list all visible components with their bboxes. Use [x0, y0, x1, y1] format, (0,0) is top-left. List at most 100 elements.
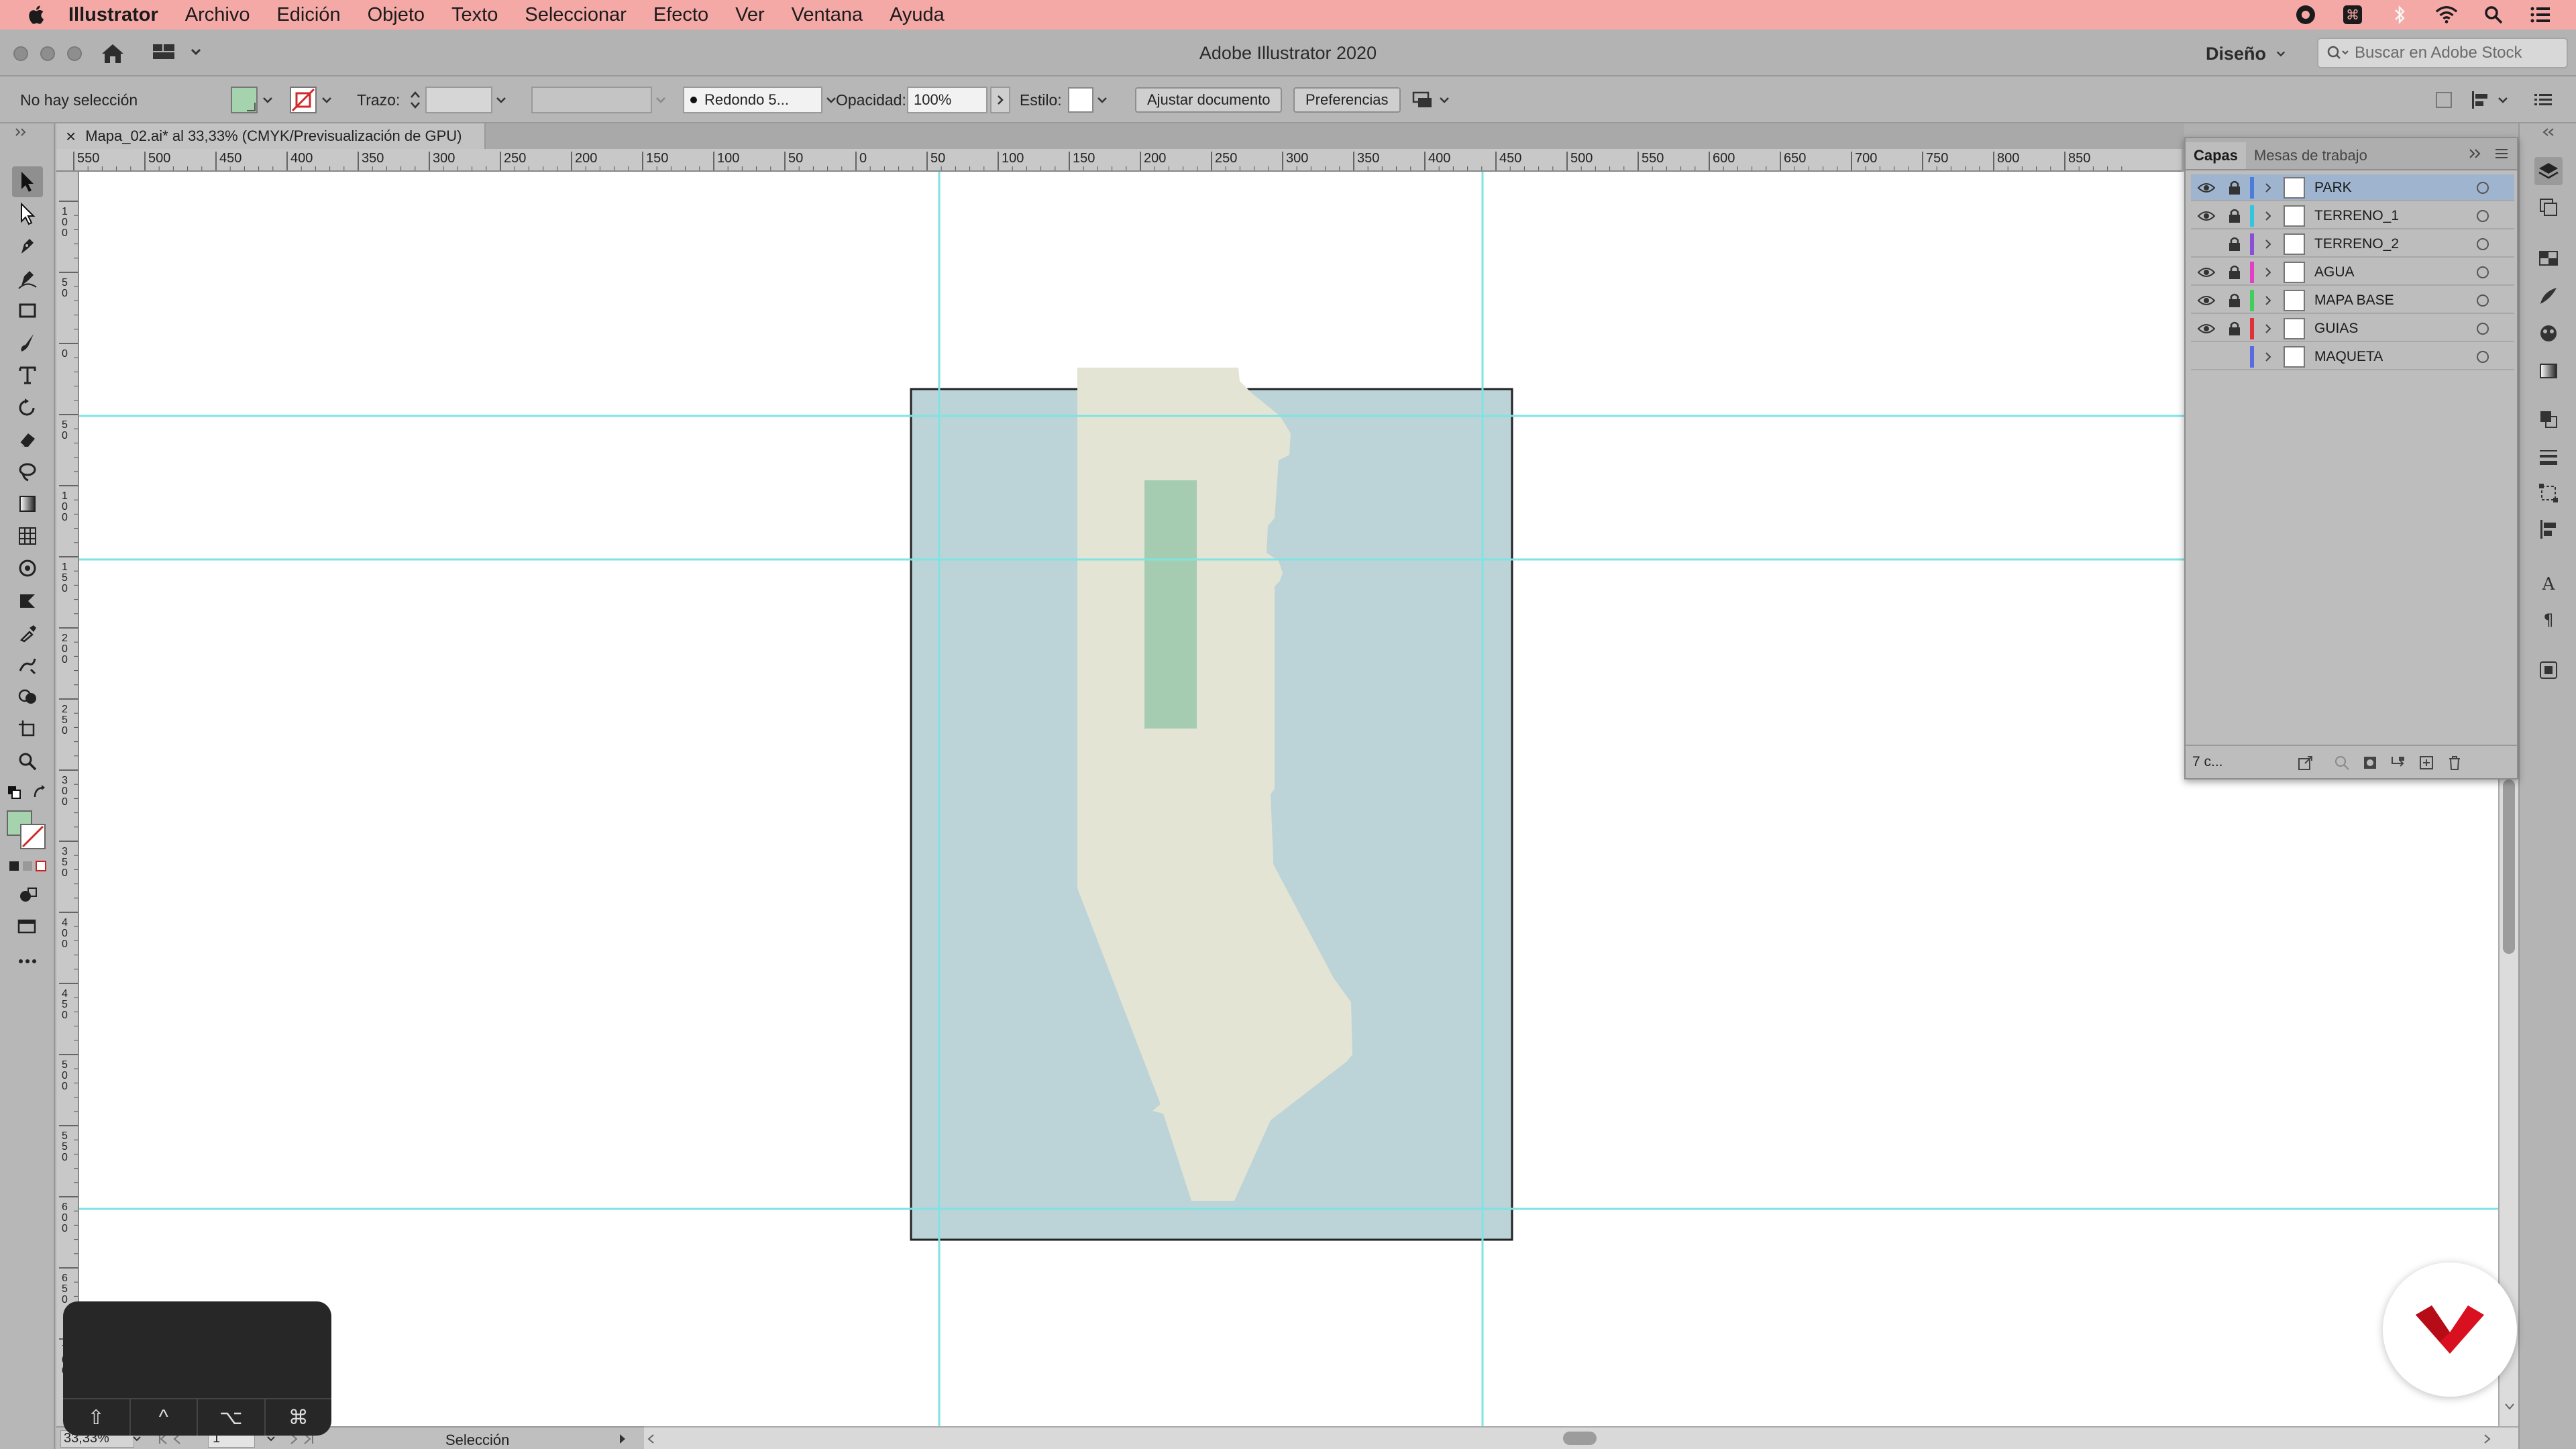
mesh-tool[interactable] [12, 521, 43, 551]
lock-icon[interactable] [2227, 292, 2242, 309]
collapse-panel-icon[interactable] [13, 127, 36, 137]
panel-menu-icon[interactable] [2494, 148, 2509, 160]
rotate-tool[interactable] [12, 392, 43, 423]
target-circle-icon[interactable] [2477, 238, 2489, 250]
selection-tool[interactable] [12, 166, 43, 197]
lock-icon[interactable] [2227, 264, 2242, 280]
layer-name[interactable]: MAQUETA [2314, 349, 2383, 365]
layers-panel-icon[interactable] [2534, 157, 2563, 185]
type-tool[interactable] [12, 360, 43, 390]
layer-row[interactable]: GUIAS [2191, 315, 2514, 342]
vertical-scroll-thumb[interactable] [2503, 780, 2515, 954]
chevron-right-icon[interactable] [2262, 181, 2274, 195]
command-key-icon[interactable]: ⌘ [2341, 3, 2364, 26]
scroll-left-icon[interactable] [647, 1433, 656, 1445]
style-control[interactable] [1068, 76, 1108, 123]
home-icon[interactable] [99, 42, 126, 66]
transform-panel-icon[interactable] [2534, 479, 2563, 507]
chevron-down-icon[interactable] [321, 94, 333, 106]
stroke-weight-control[interactable] [408, 76, 507, 123]
control-key[interactable]: ^ [131, 1399, 198, 1436]
visibility-eye-icon[interactable] [2197, 266, 2216, 279]
symbol-sprayer-tool[interactable] [12, 553, 43, 584]
visibility-eye-icon[interactable] [2197, 294, 2216, 307]
layer-row[interactable]: MAPA BASE [2191, 287, 2514, 314]
make-clipping-mask-icon[interactable] [2361, 754, 2379, 771]
arrange-documents-icon[interactable] [152, 42, 205, 63]
paragraph-panel-icon[interactable]: ¶ [2534, 605, 2563, 633]
variable-width-control[interactable] [531, 76, 667, 123]
lasso-tool[interactable] [12, 456, 43, 487]
horizontal-scroll-thumb[interactable] [1563, 1432, 1597, 1445]
create-sublayer-icon[interactable] [2390, 754, 2407, 771]
asset-export-panel-icon[interactable] [2534, 656, 2563, 684]
control-panel-menu-icon[interactable] [2533, 91, 2553, 109]
swatches-panel-icon[interactable] [2534, 244, 2563, 272]
chevron-right-icon[interactable] [2262, 209, 2274, 223]
target-circle-icon[interactable] [2477, 266, 2489, 278]
chevron-right-icon[interactable] [2262, 266, 2274, 279]
menu-app-illustrator[interactable]: Illustrator [68, 4, 158, 26]
create-layer-icon[interactable] [2418, 754, 2435, 771]
menu-objeto[interactable]: Objeto [368, 4, 425, 26]
chevron-down-icon[interactable] [131, 1434, 142, 1444]
puppet-warp-tool[interactable] [12, 649, 43, 680]
menu-ventana[interactable]: Ventana [792, 4, 863, 26]
symbols-panel-icon[interactable] [2534, 319, 2563, 347]
rectangle-tool[interactable] [12, 295, 43, 326]
stroke-panel-icon[interactable] [2534, 443, 2563, 471]
expand-panels-icon[interactable] [2540, 127, 2560, 137]
zoom-tool[interactable] [12, 746, 43, 777]
visibility-eye-icon[interactable] [2197, 209, 2216, 223]
menu-efecto[interactable]: Efecto [653, 4, 708, 26]
horizontal-scrollbar[interactable] [644, 1426, 2518, 1449]
record-icon[interactable] [2294, 3, 2317, 26]
chevron-down-icon[interactable] [495, 94, 507, 106]
chevron-down-icon[interactable] [655, 94, 667, 106]
chevron-right-icon[interactable] [2262, 294, 2274, 307]
target-circle-icon[interactable] [2477, 323, 2489, 335]
opacity-slider-button[interactable] [990, 87, 1010, 113]
lock-icon[interactable] [2227, 349, 2242, 365]
eraser-tool[interactable] [12, 424, 43, 455]
visibility-eye-icon[interactable] [2197, 181, 2216, 195]
chevron-down-icon[interactable] [1096, 94, 1108, 106]
menu-edicion[interactable]: Edición [276, 4, 340, 26]
target-circle-icon[interactable] [2477, 182, 2489, 194]
chevron-down-icon[interactable] [1438, 94, 1450, 106]
fit-document-button[interactable]: Ajustar documento [1135, 87, 1283, 113]
wifi-icon[interactable] [2435, 3, 2458, 26]
layer-row[interactable]: MAQUETA [2191, 343, 2514, 370]
chevron-right-icon[interactable] [2262, 322, 2274, 335]
brush-dropdown[interactable]: Redondo 5... [683, 87, 822, 113]
brush-control[interactable]: Redondo 5... [683, 76, 837, 123]
layer-name[interactable]: MAPA BASE [2314, 292, 2394, 309]
stroke-color-control[interactable] [290, 76, 333, 123]
curvature-tool[interactable] [12, 263, 43, 294]
visibility-eye-icon[interactable] [2198, 237, 2215, 251]
lock-icon[interactable] [2227, 208, 2242, 224]
menu-ayuda[interactable]: Ayuda [890, 4, 945, 26]
stepper-arrows-icon[interactable] [408, 87, 423, 113]
fill-control[interactable] [231, 76, 274, 123]
lock-icon[interactable] [2227, 180, 2242, 196]
status-menu-arrow-icon[interactable] [617, 1433, 628, 1445]
workspace-dropdown[interactable]: Diseño [2206, 40, 2286, 67]
horizontal-ruler[interactable]: 550 500 450 400 350 300 250 200 150 100 50 0 50 100 15… [56, 149, 2182, 172]
command-key[interactable]: ⌘ [266, 1399, 332, 1436]
stroke-color-indicator[interactable] [20, 824, 46, 849]
target-circle-icon[interactable] [2477, 351, 2489, 363]
target-circle-icon[interactable] [2477, 210, 2489, 222]
option-key[interactable]: ⌥ [198, 1399, 266, 1436]
align-left-icon[interactable] [2470, 90, 2493, 110]
menu-texto[interactable]: Texto [451, 4, 498, 26]
pen-tool[interactable] [12, 231, 43, 262]
layer-name[interactable]: TERRENO_1 [2314, 208, 2399, 224]
opacity-control[interactable]: 100% [907, 76, 1010, 123]
lock-icon[interactable] [2227, 321, 2242, 337]
stock-search-input[interactable] [2355, 44, 2556, 62]
menu-archivo[interactable]: Archivo [185, 4, 250, 26]
transform-icon[interactable] [2434, 90, 2454, 110]
chevron-right-icon[interactable] [2262, 237, 2274, 251]
artboard-tool[interactable] [12, 714, 43, 745]
